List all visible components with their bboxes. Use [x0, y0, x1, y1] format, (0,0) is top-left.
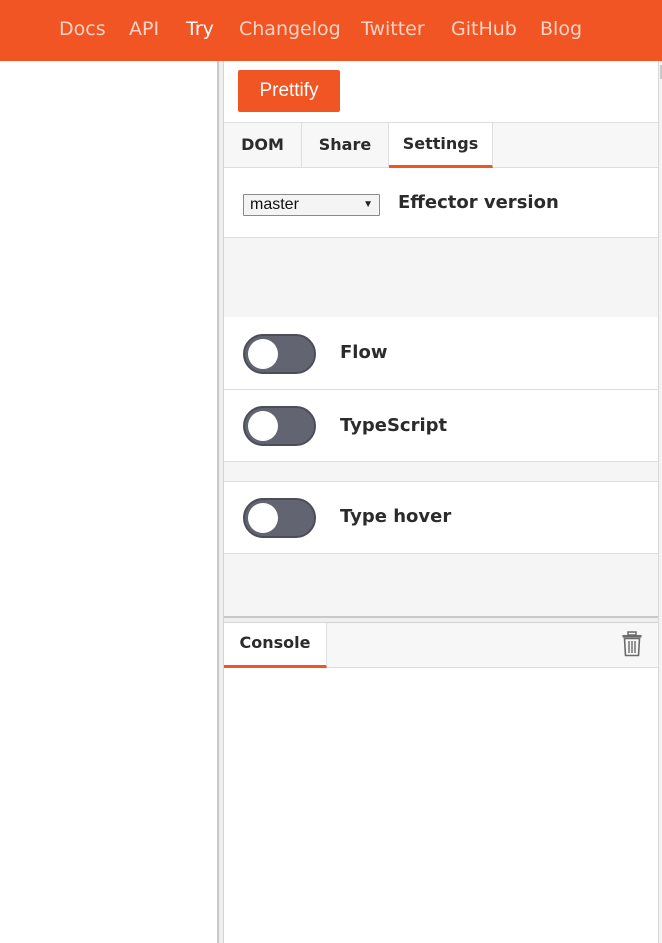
- tab-console[interactable]: Console: [224, 623, 327, 668]
- toolbar: Prettify: [224, 61, 658, 123]
- panel-tabs: DOM Share Settings: [224, 123, 658, 168]
- type-hover-toggle[interactable]: [243, 498, 316, 538]
- type-hover-row: Type hover: [224, 481, 658, 554]
- nav-link-docs[interactable]: Docs: [59, 16, 106, 42]
- trash-icon[interactable]: [621, 631, 643, 657]
- chevron-down-icon: ▼: [363, 199, 373, 210]
- code-editor-pane[interactable]: [0, 61, 217, 943]
- nav-link-api[interactable]: API: [129, 16, 159, 42]
- nav-link-github[interactable]: GitHub: [451, 16, 517, 42]
- typescript-row: TypeScript: [224, 390, 658, 462]
- nav-link-blog[interactable]: Blog: [540, 16, 582, 42]
- toggle-knob: [248, 503, 278, 533]
- output-panel: Prettify DOM Share Settings master ▼ Eff…: [224, 61, 658, 943]
- typescript-label: TypeScript: [340, 415, 448, 436]
- version-select-value: master: [250, 196, 299, 213]
- version-row: master ▼ Effector version: [224, 168, 658, 238]
- effector-version-select[interactable]: master ▼: [243, 194, 380, 216]
- effector-version-label: Effector version: [398, 192, 559, 213]
- toggle-knob: [248, 411, 278, 441]
- console-output: [224, 668, 658, 943]
- tab-settings[interactable]: Settings: [389, 123, 493, 168]
- console-toolbar: Console: [224, 623, 658, 668]
- horizontal-resize-handle[interactable]: [224, 616, 658, 623]
- type-hover-label: Type hover: [340, 506, 452, 527]
- settings-pane: master ▼ Effector version Flow TypeScrip…: [224, 168, 658, 616]
- flow-row: Flow: [224, 317, 658, 390]
- tab-share[interactable]: Share: [302, 123, 389, 168]
- scrollbar[interactable]: [658, 61, 662, 943]
- prettify-button[interactable]: Prettify: [238, 70, 340, 112]
- typescript-toggle[interactable]: [243, 406, 316, 446]
- nav-link-twitter[interactable]: Twitter: [361, 16, 425, 42]
- flow-label: Flow: [340, 342, 388, 363]
- toggle-knob: [248, 339, 278, 369]
- top-navigation: Docs API Try Changelog Twitter GitHub Bl…: [0, 0, 662, 61]
- nav-link-try[interactable]: Try: [186, 16, 214, 42]
- vertical-resize-handle[interactable]: [217, 61, 224, 943]
- flow-toggle[interactable]: [243, 334, 316, 374]
- nav-link-changelog[interactable]: Changelog: [239, 16, 341, 42]
- tab-dom[interactable]: DOM: [224, 123, 302, 168]
